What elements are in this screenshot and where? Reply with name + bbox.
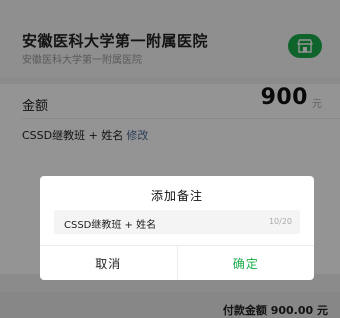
remark-input[interactable]: CSSD继教班 + 姓名 10/20: [54, 210, 300, 234]
dialog-title: 添加备注: [150, 189, 203, 203]
confirm-button[interactable]: 确定: [178, 246, 315, 280]
char-counter: 10/20: [268, 217, 292, 226]
cancel-button[interactable]: 取消: [40, 246, 178, 280]
remark-input-value: CSSD继教班 + 姓名: [64, 220, 157, 231]
dialog-actions: 取消 确定: [40, 245, 314, 280]
add-remark-dialog: 添加备注 CSSD继教班 + 姓名 10/20 取消 确定: [40, 176, 314, 280]
payment-screen: 安徽医科大学第一附属医院 安徽医科大学第一附属医院 金额 900 元 CSSD继…: [0, 0, 340, 318]
